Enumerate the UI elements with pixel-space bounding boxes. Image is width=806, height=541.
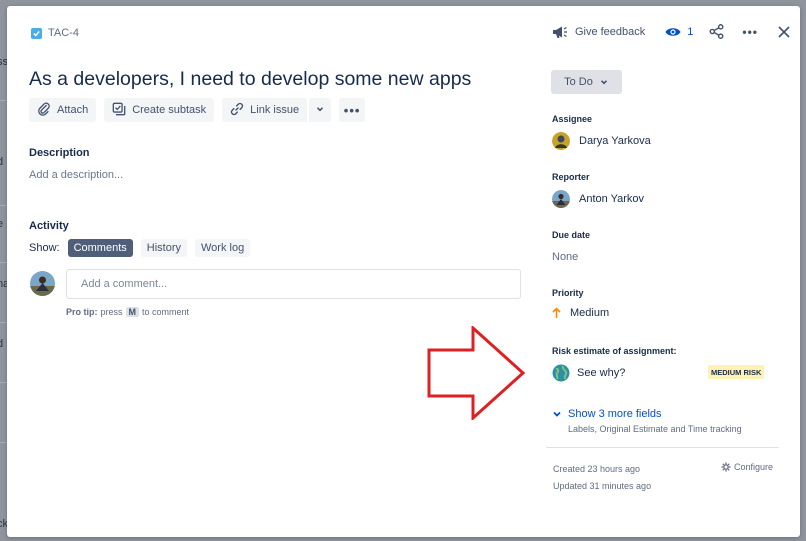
background-text: d [0, 338, 4, 350]
more-fields-text: Show 3 more fields Labels, Original Esti… [568, 408, 742, 434]
due-date-label: Due date [552, 230, 591, 240]
pro-tip-suffix: to comment [142, 307, 190, 317]
show-more-fields[interactable]: Show 3 more fields Labels, Original Esti… [552, 408, 742, 434]
created-timestamp: Created 23 hours ago [553, 464, 641, 474]
assignee-field[interactable]: Darya Yarkova [552, 132, 651, 150]
create-subtask-button[interactable]: Create subtask [104, 98, 215, 122]
risk-badge: MEDIUM RISK [708, 365, 765, 379]
link-issue-split-button: Link issue [222, 98, 332, 122]
tab-work-log[interactable]: Work log [195, 239, 251, 257]
risk-estimate-label: Risk estimate of assignment: [552, 346, 677, 356]
tab-history[interactable]: History [140, 239, 187, 257]
issue-modal: TAC-4 As a developers, I need to develop… [7, 6, 800, 537]
see-why-link[interactable]: See why? [577, 367, 625, 379]
globe-icon [552, 364, 570, 382]
arrow-up-icon [552, 307, 561, 319]
assignee-label: Assignee [552, 114, 593, 124]
configure-button[interactable]: Configure [721, 462, 773, 472]
watch-button[interactable]: 1 [665, 26, 693, 38]
megaphone-icon [552, 25, 568, 39]
priority-field[interactable]: Medium [552, 307, 609, 319]
header-actions: Give feedback 1 ••• [552, 24, 790, 39]
more-icon[interactable]: ••• [742, 25, 758, 39]
more-actions-button[interactable]: ••• [339, 98, 366, 122]
show-label: Show: [29, 242, 60, 254]
create-subtask-label: Create subtask [132, 104, 207, 116]
link-issue-dropdown[interactable] [307, 98, 331, 122]
reporter-field[interactable]: Anton Yarkov [552, 190, 644, 208]
activity-heading: Activity [29, 220, 69, 232]
risk-estimate-field[interactable]: See why? [552, 364, 625, 382]
status-label: To Do [564, 76, 593, 88]
chevron-down-icon [599, 77, 609, 87]
assignee-value: Darya Yarkova [579, 135, 651, 147]
link-issue-label: Link issue [250, 104, 300, 116]
close-icon[interactable] [778, 25, 790, 38]
link-issue-button[interactable]: Link issue [222, 98, 308, 122]
attach-button[interactable]: Attach [29, 98, 97, 122]
reporter-value: Anton Yarkov [579, 193, 645, 205]
issue-key: TAC-4 [48, 27, 79, 39]
comment-placeholder: Add a comment... [81, 278, 168, 290]
watcher-count: 1 [687, 25, 694, 38]
divider [546, 447, 779, 448]
description-field[interactable]: Add a description... [29, 169, 123, 181]
pro-tip-press: press [100, 307, 123, 317]
updated-timestamp: Updated 31 minutes ago [553, 481, 652, 491]
avatar [30, 271, 55, 296]
issue-actions: Attach Create subtask Link issue ••• [29, 98, 366, 122]
priority-label: Priority [552, 288, 584, 298]
red-arrow-annotation [427, 326, 526, 420]
due-date-value[interactable]: None [552, 251, 578, 263]
description-heading: Description [29, 147, 90, 159]
reporter-label: Reporter [552, 172, 590, 182]
issue-title[interactable]: As a developers, I need to develop some … [29, 68, 471, 91]
pro-tip-label: Pro tip: [66, 307, 98, 317]
give-feedback-button[interactable]: Give feedback [575, 26, 645, 38]
shortcut-key: M [125, 307, 140, 317]
background-text: e [0, 218, 4, 230]
pro-tip: Pro tip: press M to comment [66, 307, 189, 317]
chevron-down-icon [552, 409, 562, 419]
chevron-down-icon [315, 101, 325, 119]
more-icon: ••• [343, 102, 361, 118]
assignee-avatar [552, 132, 570, 150]
attach-label: Attach [57, 104, 89, 116]
priority-value: Medium [570, 307, 610, 319]
issue-key-link[interactable]: TAC-4 [31, 27, 79, 39]
more-fields-list: Labels, Original Estimate and Time track… [568, 424, 742, 434]
share-icon[interactable] [709, 24, 724, 39]
status-dropdown[interactable]: To Do [551, 70, 622, 94]
eye-icon [665, 26, 681, 38]
link-icon [230, 102, 250, 119]
comment-input[interactable]: Add a comment... [66, 269, 521, 299]
paperclip-icon [37, 102, 57, 119]
gear-icon [721, 462, 731, 472]
configure-label: Configure [734, 462, 774, 472]
background-text: d [0, 156, 4, 168]
tab-comments[interactable]: Comments [67, 239, 133, 257]
activity-filter: Show: Comments History Work log [29, 239, 251, 257]
reporter-avatar [552, 190, 570, 208]
checkbox-icon [31, 27, 42, 39]
subtask-icon [112, 102, 132, 119]
show-more-fields-link[interactable]: Show 3 more fields [568, 408, 742, 420]
